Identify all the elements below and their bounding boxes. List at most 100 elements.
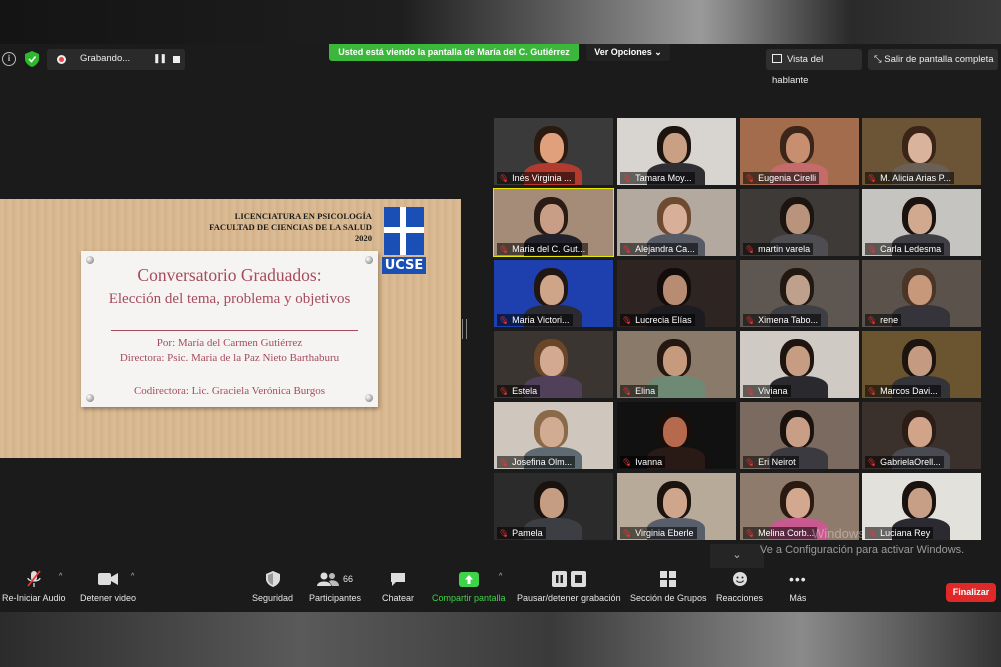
participant-video-tile[interactable]: 🎙 Luciana Rey: [862, 473, 981, 540]
participant-video-tile[interactable]: 🎙 Viviana: [740, 331, 859, 398]
participant-video-tile[interactable]: 🎙 Lucrecia Elías: [617, 260, 736, 327]
participant-name-tag: 🎙 Pamela: [497, 527, 546, 539]
stop-recording-icon[interactable]: [173, 56, 180, 63]
slide-subtitle: Elección del tema, problema y objetivos: [108, 291, 351, 307]
pause-stop-recording-icon: [517, 569, 621, 589]
participant-video-tile[interactable]: 🎙 M. Alicia Arias P...: [862, 118, 981, 185]
screenshot-root: i Grabando... ❚❚ Usted está viendo la pa…: [0, 0, 1001, 667]
gallery-collapse-button[interactable]: ⌄: [710, 544, 764, 568]
muted-mic-icon: 🎙: [620, 385, 634, 398]
muted-mic-icon: 🎙: [865, 172, 879, 185]
breakout-rooms-icon: [630, 569, 707, 589]
slide-header: LICENCIATURA EN PSICOLOGÍA FACULTAD DE C…: [186, 211, 372, 244]
participant-name-tag: 🎙 Carla Ledesma: [865, 243, 945, 255]
viewing-screen-banner: Usted está viendo la pantalla de María d…: [329, 44, 579, 61]
participant-name: Eri Neirot: [758, 457, 796, 467]
participant-face: [908, 346, 932, 376]
participant-video-tile[interactable]: 🎙 Pamela: [494, 473, 613, 540]
split-resize-handle[interactable]: [462, 319, 467, 339]
seccion-grupos-button[interactable]: Sección de Grupos: [630, 569, 707, 603]
participant-video-tile[interactable]: 🎙 Josefina Olm...: [494, 402, 613, 469]
participant-face: [540, 417, 564, 447]
muted-mic-icon: 🎙: [497, 172, 511, 185]
pausar-grabacion-button[interactable]: Pausar/detener grabación: [517, 569, 621, 603]
participant-name-tag: 🎙 Lucrecia Elías: [620, 314, 695, 326]
participant-video-tile[interactable]: 🎙 Estela: [494, 331, 613, 398]
end-meeting-button[interactable]: Finalizar: [946, 583, 996, 602]
shared-screen-slide: LICENCIATURA EN PSICOLOGÍA FACULTAD DE C…: [0, 199, 461, 458]
participant-name-tag: 🎙 Marcos Davi...: [865, 385, 941, 397]
windows-activation-notice: Ve a Configuración para activar Windows.: [760, 544, 965, 556]
chatear-button[interactable]: Chatear: [382, 569, 414, 603]
participant-name-tag: 🎙 Alejandra Ca...: [620, 243, 698, 255]
participant-video-tile[interactable]: 🎙 Eri Neirot: [740, 402, 859, 469]
participant-name: M. Alicia Arias P...: [880, 173, 952, 183]
participant-name-tag: 🎙 Melina Corb...: [743, 527, 818, 539]
participant-name-tag: 🎙 Viviana: [743, 385, 791, 397]
participant-video-tile[interactable]: 🎙 Maria del C. Gut...: [493, 188, 614, 257]
video-label: Detener video: [80, 593, 137, 603]
participant-name-tag: 🎙 Tamara Moy...: [620, 172, 695, 184]
pause-recording-icon[interactable]: ❚❚: [153, 53, 167, 64]
participant-video-tile[interactable]: 🎙 Eugenia Cirelli: [740, 118, 859, 185]
participant-name: Pamela: [512, 528, 543, 538]
participant-face: [663, 275, 687, 305]
participant-name: Maria del C. Gut...: [512, 244, 586, 254]
participant-name: Virginia Eberle: [635, 528, 694, 538]
participantes-button[interactable]: 66 Participantes: [309, 569, 361, 603]
exit-fullscreen-button[interactable]: ⤡ Salir de pantalla completa: [868, 49, 998, 70]
reactions-label: Reacciones: [716, 593, 764, 603]
participant-face: [786, 204, 810, 234]
security-label: Seguridad: [252, 593, 294, 603]
participant-name: Ximena Tabo...: [758, 315, 819, 325]
participant-video-tile[interactable]: 🎙 Ximena Tabo...: [740, 260, 859, 327]
participant-video-tile[interactable]: 🎙 Tamara Moy...: [617, 118, 736, 185]
participant-name: Melina Corb...: [758, 528, 815, 538]
video-options-caret-icon[interactable]: ^: [131, 573, 134, 580]
photo-background-top: [0, 0, 1001, 44]
muted-mic-icon: 🎙: [497, 527, 511, 540]
audio-label: Re-Iniciar Audio: [2, 593, 66, 603]
participant-video-tile[interactable]: 🎙 Carla Ledesma: [862, 189, 981, 256]
participant-face: [908, 133, 932, 163]
participant-name-tag: 🎙 martin varela: [743, 243, 814, 255]
reacciones-button[interactable]: Reacciones: [716, 569, 763, 603]
participant-face: [786, 417, 810, 447]
participant-name-tag: 🎙 M. Alicia Arias P...: [865, 172, 955, 185]
compartir-pantalla-button[interactable]: Compartir pantalla: [432, 569, 506, 603]
participant-name-tag: 🎙 Maria Victori...: [497, 314, 573, 326]
participant-name: Estela: [512, 386, 538, 396]
chat-bubble-icon: [382, 569, 414, 589]
participant-video-tile[interactable]: 🎙 martin varela: [740, 189, 859, 256]
more-dots-icon: •••: [789, 571, 807, 587]
reiniciar-audio-button[interactable]: Re-Iniciar Audio: [2, 569, 66, 603]
participant-video-tile[interactable]: 🎙 Elina: [617, 331, 736, 398]
participant-video-tile[interactable]: 🎙 Inés Virginia ...: [494, 118, 613, 185]
seguridad-button[interactable]: Seguridad: [252, 569, 293, 603]
participant-video-tile[interactable]: 🎙 Ivanna: [617, 402, 736, 469]
muted-mic-icon: 🎙: [743, 456, 757, 469]
slide-header-year: 2020: [354, 233, 372, 243]
view-options-button[interactable]: Ver Opciones ⌄: [586, 44, 670, 61]
encryption-shield-icon[interactable]: [25, 51, 39, 67]
participant-video-tile[interactable]: 🎙 Virginia Eberle: [617, 473, 736, 540]
mas-button[interactable]: ••• Más: [789, 569, 807, 603]
speaker-view-button[interactable]: Vista del hablante: [766, 49, 862, 86]
participant-face: [908, 204, 932, 234]
view-options-label: Ver Opciones: [594, 47, 652, 57]
participant-video-tile[interactable]: 🎙 Alejandra Ca...: [617, 189, 736, 256]
reaction-smiley-icon: [716, 569, 763, 589]
share-options-caret-icon[interactable]: ^: [499, 573, 502, 580]
ucse-logo: UCSE: [382, 207, 426, 275]
participant-name-tag: 🎙 Eugenia Cirelli: [743, 172, 820, 184]
participant-video-tile[interactable]: 🎙 Maria Victori...: [494, 260, 613, 327]
recording-indicator: Grabando... ❚❚: [47, 49, 185, 70]
detener-video-button[interactable]: Detener video: [80, 569, 136, 603]
participant-video-tile[interactable]: 🎙 rene: [862, 260, 981, 327]
info-icon[interactable]: i: [2, 52, 16, 66]
muted-mic-icon: 🎙: [497, 456, 511, 469]
participant-video-tile[interactable]: 🎙 GabrielaOrell...: [862, 402, 981, 469]
participant-video-tile[interactable]: 🎙 Marcos Davi...: [862, 331, 981, 398]
audio-options-caret-icon[interactable]: ^: [59, 573, 62, 580]
muted-mic-icon: 🎙: [620, 172, 634, 185]
